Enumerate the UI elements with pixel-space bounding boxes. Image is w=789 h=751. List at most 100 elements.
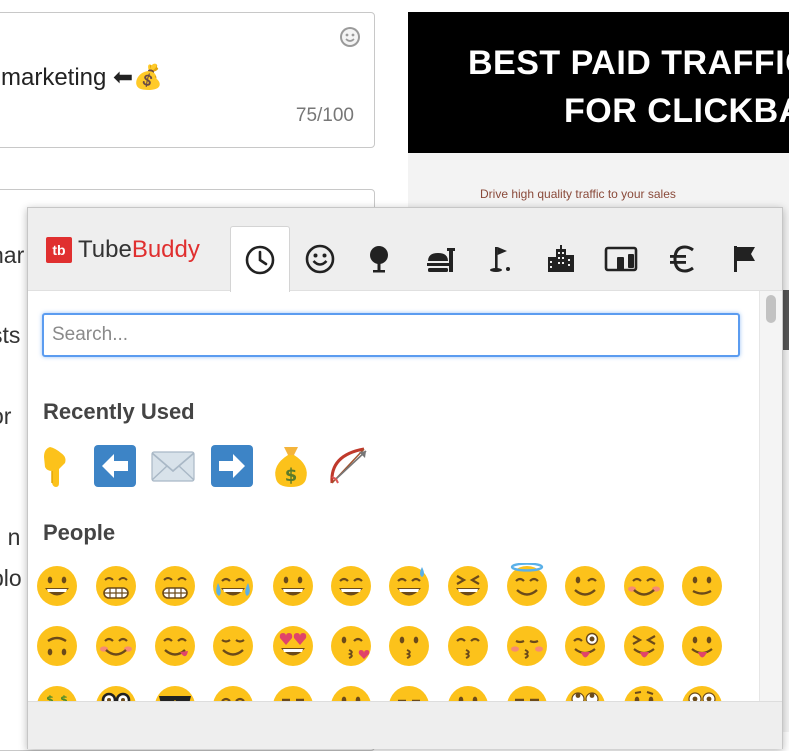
scrollbar-thumb[interactable] (766, 295, 776, 323)
emoji-grimacing[interactable] (91, 561, 141, 611)
expressionless-emoji-icon (389, 686, 429, 701)
emoji-smiley[interactable] (268, 561, 318, 611)
tab-flags[interactable] (715, 228, 773, 290)
emoji-joy[interactable] (208, 561, 258, 611)
emoji-nerd[interactable] (91, 681, 141, 701)
thumbnail-headline-line2: FOR CLICKBA (564, 92, 789, 130)
emoji-innocent[interactable] (502, 561, 552, 611)
tab-objects[interactable] (593, 228, 651, 290)
emoji-upside-down[interactable] (32, 621, 82, 671)
emoji-grinning[interactable] (32, 561, 82, 611)
people-row (28, 561, 756, 619)
laughing-emoji-icon (448, 566, 488, 606)
emoji-kissing-smiling-eyes[interactable] (443, 621, 493, 671)
emoji-blush[interactable] (619, 561, 669, 611)
emoji-money-mouth[interactable]: $ $ (32, 681, 82, 701)
stuck-out-tongue-winking-emoji-icon (565, 626, 605, 666)
emoji-envelope[interactable] (148, 441, 198, 491)
emoji-flushed[interactable] (677, 681, 727, 701)
heart-eyes-emoji-icon (273, 626, 313, 666)
emoji-pointing-down[interactable] (33, 441, 83, 491)
emoji-search-input[interactable] (42, 313, 740, 357)
right-arrow-emoji-icon (211, 445, 253, 487)
blush-emoji-icon (624, 566, 664, 606)
stuck-out-tongue-closed-eyes-emoji-icon (624, 626, 664, 666)
emoji-thinking[interactable] (619, 681, 669, 701)
emoji-picker-footer (28, 701, 782, 749)
tab-activity[interactable] (471, 228, 529, 290)
rolling-eyes-emoji-icon (565, 686, 605, 701)
stuck-out-tongue-emoji-icon (682, 626, 722, 666)
emoji-kissing-closed-eyes[interactable] (502, 621, 552, 671)
clock-icon (245, 245, 275, 274)
bow-and-arrow-emoji-icon (330, 447, 367, 484)
upside-down-emoji-icon (37, 626, 77, 666)
video-title-field[interactable]: marketing ⬅💰 75/100 (0, 12, 375, 148)
emoji-sunglasses[interactable] (150, 681, 200, 701)
emoji-laughing[interactable] (443, 561, 493, 611)
grimacing-emoji-icon (96, 566, 136, 606)
innocent-emoji-icon (507, 563, 547, 606)
description-line: plo (0, 565, 22, 591)
emoji-smile[interactable] (208, 681, 258, 701)
emoji-wink[interactable] (560, 561, 610, 611)
emoji-right-arrow[interactable] (207, 441, 257, 491)
people-title: People (43, 520, 116, 545)
emoji-slight-smile[interactable] (677, 561, 727, 611)
emoji-smirk[interactable] (268, 681, 318, 701)
emoji-relaxed[interactable] (91, 621, 141, 671)
title-char-counter: 75/100 (295, 105, 354, 126)
emoji-list-scrollbar[interactable] (759, 291, 782, 701)
grimacing-emoji-icon (155, 566, 195, 606)
money-bag-emoji-icon: $ (275, 447, 307, 487)
emoji-stuck-out-tongue-winking[interactable] (560, 621, 610, 671)
emoji-bow-and-arrow[interactable] (324, 441, 374, 491)
tab-nature[interactable] (350, 228, 408, 290)
tab-food[interactable] (411, 228, 469, 290)
tab-symbols[interactable] (654, 228, 712, 290)
relieved-emoji-icon (213, 626, 253, 666)
tubebuddy-wordmark-buddy: Buddy (131, 236, 200, 263)
unamused-emoji-icon (507, 686, 547, 701)
emoji-expressionless[interactable] (384, 681, 434, 701)
description-line: il n (0, 524, 21, 550)
emoji-picker-toggle-icon[interactable] (338, 25, 362, 49)
pointing-down-emoji-icon (44, 447, 66, 487)
emoji-heart-eyes[interactable] (268, 621, 318, 671)
svg-text:$: $ (60, 693, 68, 701)
thumbnail-banner: BEST PAID TRAFFIC FOR CLICKBA (408, 12, 789, 153)
emoji-no-mouth[interactable] (443, 681, 493, 701)
tree-icon (370, 246, 388, 273)
video-title-text: marketing ⬅💰 (1, 64, 164, 91)
emoji-relieved[interactable] (208, 621, 258, 671)
yum-emoji-icon (155, 626, 195, 666)
emoji-money-bag[interactable]: $ (266, 441, 316, 491)
grinning-emoji-icon (37, 566, 77, 606)
emoji-left-arrow[interactable] (90, 441, 140, 491)
emoji-unamused[interactable] (502, 681, 552, 701)
emoji-sweat-smile[interactable] (384, 561, 434, 611)
smiley-emoji-icon (273, 566, 313, 606)
golf-icon (490, 247, 510, 272)
slight-smile-emoji-icon (682, 566, 722, 606)
emoji-grimacing[interactable] (150, 561, 200, 611)
kissing-closed-eyes-emoji-icon (507, 626, 547, 666)
recently-used-row: $ (28, 441, 756, 499)
tab-people[interactable] (291, 228, 349, 290)
emoji-yum[interactable] (150, 621, 200, 671)
emoji-stuck-out-tongue-closed-eyes[interactable] (619, 621, 669, 671)
emoji-rolling-eyes[interactable] (560, 681, 610, 701)
smile-emoji-icon (213, 686, 253, 701)
tab-recent[interactable] (230, 226, 290, 292)
emoji-kissing[interactable] (384, 621, 434, 671)
emoji-stuck-out-tongue[interactable] (677, 621, 727, 671)
emoji-smile[interactable] (326, 561, 376, 611)
neutral-emoji-icon (331, 686, 371, 701)
thumbnail-headline-line1: BEST PAID TRAFFIC (468, 44, 789, 82)
emoji-neutral[interactable] (326, 681, 376, 701)
tab-places[interactable] (532, 228, 590, 290)
emoji-kissing-heart[interactable] (326, 621, 376, 671)
emoji-picker-body: Recently Used (28, 291, 756, 701)
smirk-emoji-icon (273, 686, 313, 701)
food-icon (427, 248, 455, 272)
